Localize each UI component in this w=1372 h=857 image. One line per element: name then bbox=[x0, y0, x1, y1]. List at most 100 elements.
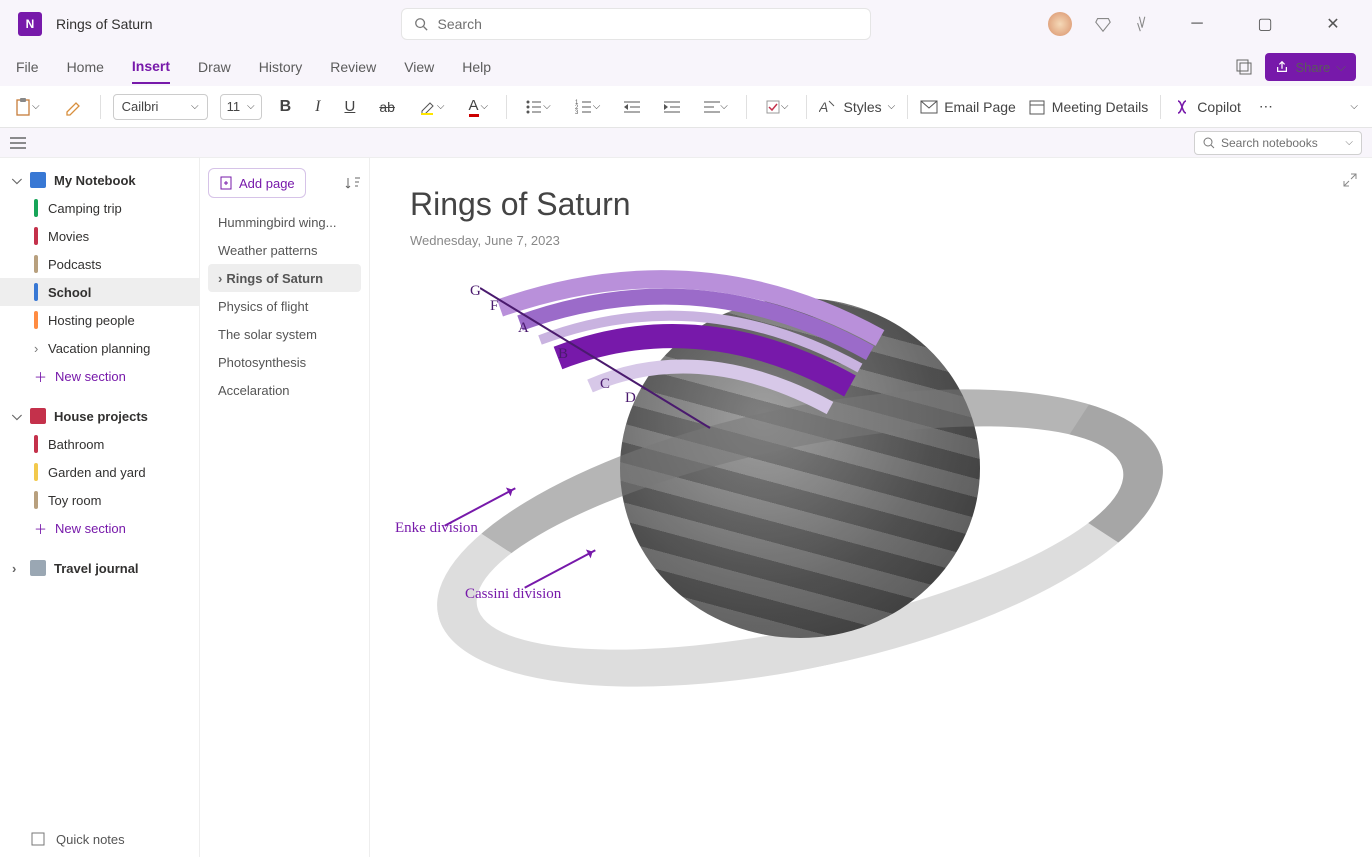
chevron-right-icon: › bbox=[12, 561, 22, 576]
ribbon-collapse-button[interactable]: ⌵ bbox=[1344, 93, 1364, 121]
open-window-icon[interactable] bbox=[1235, 58, 1253, 76]
menu-history[interactable]: History bbox=[259, 51, 303, 83]
saturn-diagram: G F A B C D Enke division Cassini divisi… bbox=[410, 268, 1150, 708]
toolbar: ⌵ Cailbri⌵ 11⌵ B I U ab ⌵ A⌵ ⌵ 123⌵ ⌵ ⌵ … bbox=[0, 86, 1372, 128]
section-label: Bathroom bbox=[48, 437, 104, 452]
main-area: ⌵My Notebook Camping trip Movies Podcast… bbox=[0, 158, 1372, 857]
paste-button[interactable]: ⌵ bbox=[8, 93, 46, 121]
section-movies[interactable]: Movies bbox=[0, 222, 199, 250]
label-enke: Enke division bbox=[395, 520, 478, 537]
maximize-button[interactable]: ▢ bbox=[1242, 8, 1288, 40]
bold-button[interactable]: B bbox=[274, 93, 298, 121]
section-camping-trip[interactable]: Camping trip bbox=[0, 194, 199, 222]
search-icon bbox=[1203, 137, 1215, 149]
menu-file[interactable]: File bbox=[16, 51, 39, 83]
font-size-input[interactable]: 11⌵ bbox=[220, 94, 262, 120]
notebook-my-notebook[interactable]: ⌵My Notebook bbox=[0, 166, 199, 194]
sort-icon[interactable] bbox=[345, 175, 361, 191]
svg-text:A: A bbox=[819, 99, 828, 115]
avatar[interactable] bbox=[1048, 12, 1072, 36]
underline-button[interactable]: U bbox=[338, 93, 361, 121]
copilot-label: Copilot bbox=[1197, 99, 1241, 115]
new-section-button[interactable]: ＋New section bbox=[0, 514, 199, 542]
minimize-button[interactable]: ─ bbox=[1174, 8, 1220, 40]
notebook-label: My Notebook bbox=[54, 173, 136, 188]
page-title: Photosynthesis bbox=[218, 355, 306, 370]
tag-button[interactable]: ⌵ bbox=[759, 93, 795, 121]
menu-draw[interactable]: Draw bbox=[198, 51, 231, 83]
note-title[interactable]: Rings of Saturn bbox=[410, 186, 1332, 223]
section-label: Garden and yard bbox=[48, 465, 146, 480]
format-painter-button[interactable] bbox=[58, 93, 88, 121]
meeting-details-button[interactable]: Meeting Details bbox=[1028, 98, 1149, 116]
page-item[interactable]: Accelaration bbox=[208, 376, 361, 404]
window-title: Rings of Saturn bbox=[56, 16, 153, 32]
note-date: Wednesday, June 7, 2023 bbox=[410, 233, 1332, 248]
section-label: Camping trip bbox=[48, 201, 122, 216]
italic-button[interactable]: I bbox=[309, 93, 326, 121]
svg-text:3: 3 bbox=[575, 110, 579, 115]
new-section-button[interactable]: ＋New section bbox=[0, 362, 199, 390]
page-title: Accelaration bbox=[218, 383, 290, 398]
sub-titlebar: Search notebooks ⌵ bbox=[0, 128, 1372, 158]
section-color bbox=[34, 463, 38, 481]
menu-help[interactable]: Help bbox=[462, 51, 491, 83]
page-item[interactable]: The solar system bbox=[208, 320, 361, 348]
label-cassini: Cassini division bbox=[465, 586, 561, 603]
hamburger-icon[interactable] bbox=[10, 136, 26, 150]
notebook-icon bbox=[30, 172, 46, 188]
search-notebooks-input[interactable]: Search notebooks ⌵ bbox=[1194, 131, 1362, 155]
section-label: Vacation planning bbox=[48, 341, 150, 356]
search-placeholder: Search bbox=[438, 16, 482, 32]
close-button[interactable]: ✕ bbox=[1310, 8, 1356, 40]
menu-review[interactable]: Review bbox=[330, 51, 376, 83]
bullet-list-button[interactable]: ⌵ bbox=[519, 93, 557, 121]
notebook-travel-journal[interactable]: ›Travel journal bbox=[0, 554, 199, 582]
font-color-button[interactable]: A⌵ bbox=[463, 93, 495, 121]
chevron-down-icon: ⌵ bbox=[12, 408, 22, 424]
highlight-button[interactable]: ⌵ bbox=[413, 93, 451, 121]
outdent-button[interactable] bbox=[618, 93, 646, 121]
page-item[interactable]: ›Rings of Saturn bbox=[208, 264, 361, 292]
page-item[interactable]: Weather patterns bbox=[208, 236, 361, 264]
section-vacation-planning[interactable]: ›Vacation planning bbox=[0, 334, 199, 362]
chevron-right-icon: › bbox=[218, 271, 222, 286]
page-title: Physics of flight bbox=[218, 299, 308, 314]
note-icon bbox=[30, 831, 46, 847]
styles-button[interactable]: AStyles⌵ bbox=[819, 98, 895, 116]
section-school[interactable]: School bbox=[0, 278, 199, 306]
page-list: Add page Hummingbird wing... Weather pat… bbox=[200, 158, 370, 857]
notebook-house-projects[interactable]: ⌵House projects bbox=[0, 402, 199, 430]
add-page-label: Add page bbox=[239, 176, 295, 191]
page-item[interactable]: Physics of flight bbox=[208, 292, 361, 320]
add-page-button[interactable]: Add page bbox=[208, 168, 306, 198]
section-color bbox=[34, 227, 38, 245]
sparkle-icon[interactable] bbox=[1134, 15, 1152, 33]
page-item[interactable]: Photosynthesis bbox=[208, 348, 361, 376]
search-icon bbox=[414, 17, 428, 31]
search-input[interactable]: Search bbox=[401, 8, 871, 40]
section-bathroom[interactable]: Bathroom bbox=[0, 430, 199, 458]
align-button[interactable]: ⌵ bbox=[698, 93, 734, 121]
more-button[interactable]: ⋯ bbox=[1253, 93, 1279, 121]
menu-insert[interactable]: Insert bbox=[132, 50, 170, 84]
indent-button[interactable] bbox=[658, 93, 686, 121]
note-canvas[interactable]: Rings of Saturn Wednesday, June 7, 2023 … bbox=[370, 158, 1372, 857]
strikethrough-button[interactable]: ab bbox=[373, 93, 401, 121]
number-list-button[interactable]: 123⌵ bbox=[569, 93, 607, 121]
menu-home[interactable]: Home bbox=[67, 51, 104, 83]
font-name-input[interactable]: Cailbri⌵ bbox=[113, 94, 208, 120]
share-button[interactable]: Share ⌵ bbox=[1265, 53, 1356, 81]
email-page-button[interactable]: Email Page bbox=[920, 99, 1016, 115]
copilot-button[interactable]: Copilot bbox=[1173, 98, 1241, 116]
quick-notes-button[interactable]: Quick notes bbox=[30, 831, 125, 847]
section-toy-room[interactable]: Toy room bbox=[0, 486, 199, 514]
page-item[interactable]: Hummingbird wing... bbox=[208, 208, 361, 236]
expand-icon[interactable] bbox=[1342, 172, 1358, 188]
titlebar: N Rings of Saturn Search ─ ▢ ✕ bbox=[0, 0, 1372, 48]
section-garden-and-yard[interactable]: Garden and yard bbox=[0, 458, 199, 486]
section-hosting-people[interactable]: Hosting people bbox=[0, 306, 199, 334]
diamond-icon[interactable] bbox=[1094, 15, 1112, 33]
section-podcasts[interactable]: Podcasts bbox=[0, 250, 199, 278]
menu-view[interactable]: View bbox=[404, 51, 434, 83]
